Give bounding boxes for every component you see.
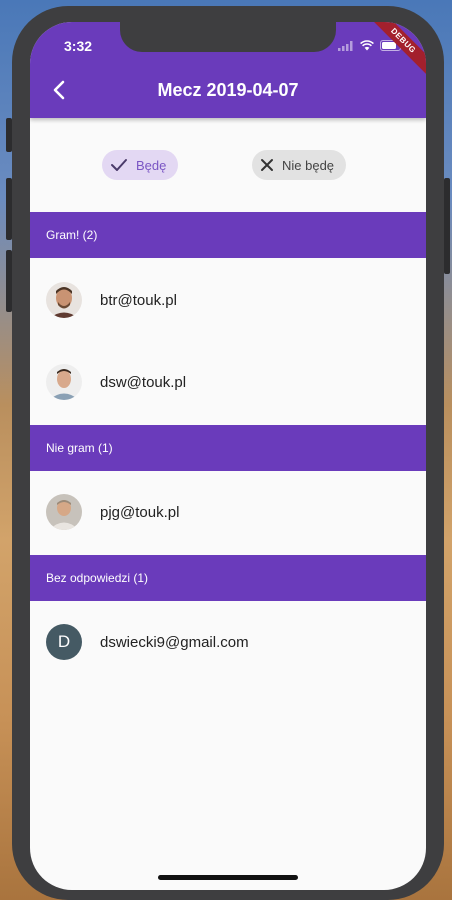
volume-down-button [6,250,12,312]
status-time: 3:32 [64,38,93,54]
attendance-choice: Będę Nie będę [30,118,426,212]
list-item[interactable]: dsw@touk.pl [30,347,426,417]
home-indicator[interactable] [158,875,298,880]
app-bar: 3:32 DEBUG Mecz 2019-04-07 [30,22,426,118]
user-email: dsw@touk.pl [100,374,187,391]
wifi-icon [360,40,374,51]
app-screen: 3:32 DEBUG Mecz 2019-04-07 Będę Nie będę… [30,22,426,890]
page-title: Mecz 2019-04-07 [157,80,299,100]
user-email: btr@touk.pl [100,292,177,309]
user-email: dswiecki9@gmail.com [100,634,249,651]
avatar [46,494,82,530]
status-bar: 3:32 DEBUG [30,22,426,78]
power-button [444,178,450,274]
chip-not-attending-label: Nie będę [282,157,335,173]
mute-switch [6,118,12,152]
check-icon [111,159,127,171]
list-item[interactable]: btr@touk.pl [30,265,426,335]
section-header-no-answer: Bez odpowiedzi (1) [30,555,426,601]
list-item[interactable]: D dswiecki9@gmail.com [30,607,426,677]
avatar [46,364,82,400]
list-item[interactable]: pjg@touk.pl [30,477,426,547]
chip-attending-label: Będę [136,157,167,173]
user-email: pjg@touk.pl [100,504,180,521]
chip-not-attending[interactable]: Nie będę [252,150,347,180]
avatar: D [46,624,82,660]
close-icon [261,159,273,171]
signal-icon [338,40,353,51]
avatar [46,282,82,318]
chip-attending[interactable]: Będę [102,150,179,180]
section-header-not-playing: Nie gram (1) [30,425,426,471]
device-notch [120,22,336,52]
volume-up-button [6,178,12,240]
section-header-playing: Gram! (2) [30,212,426,258]
